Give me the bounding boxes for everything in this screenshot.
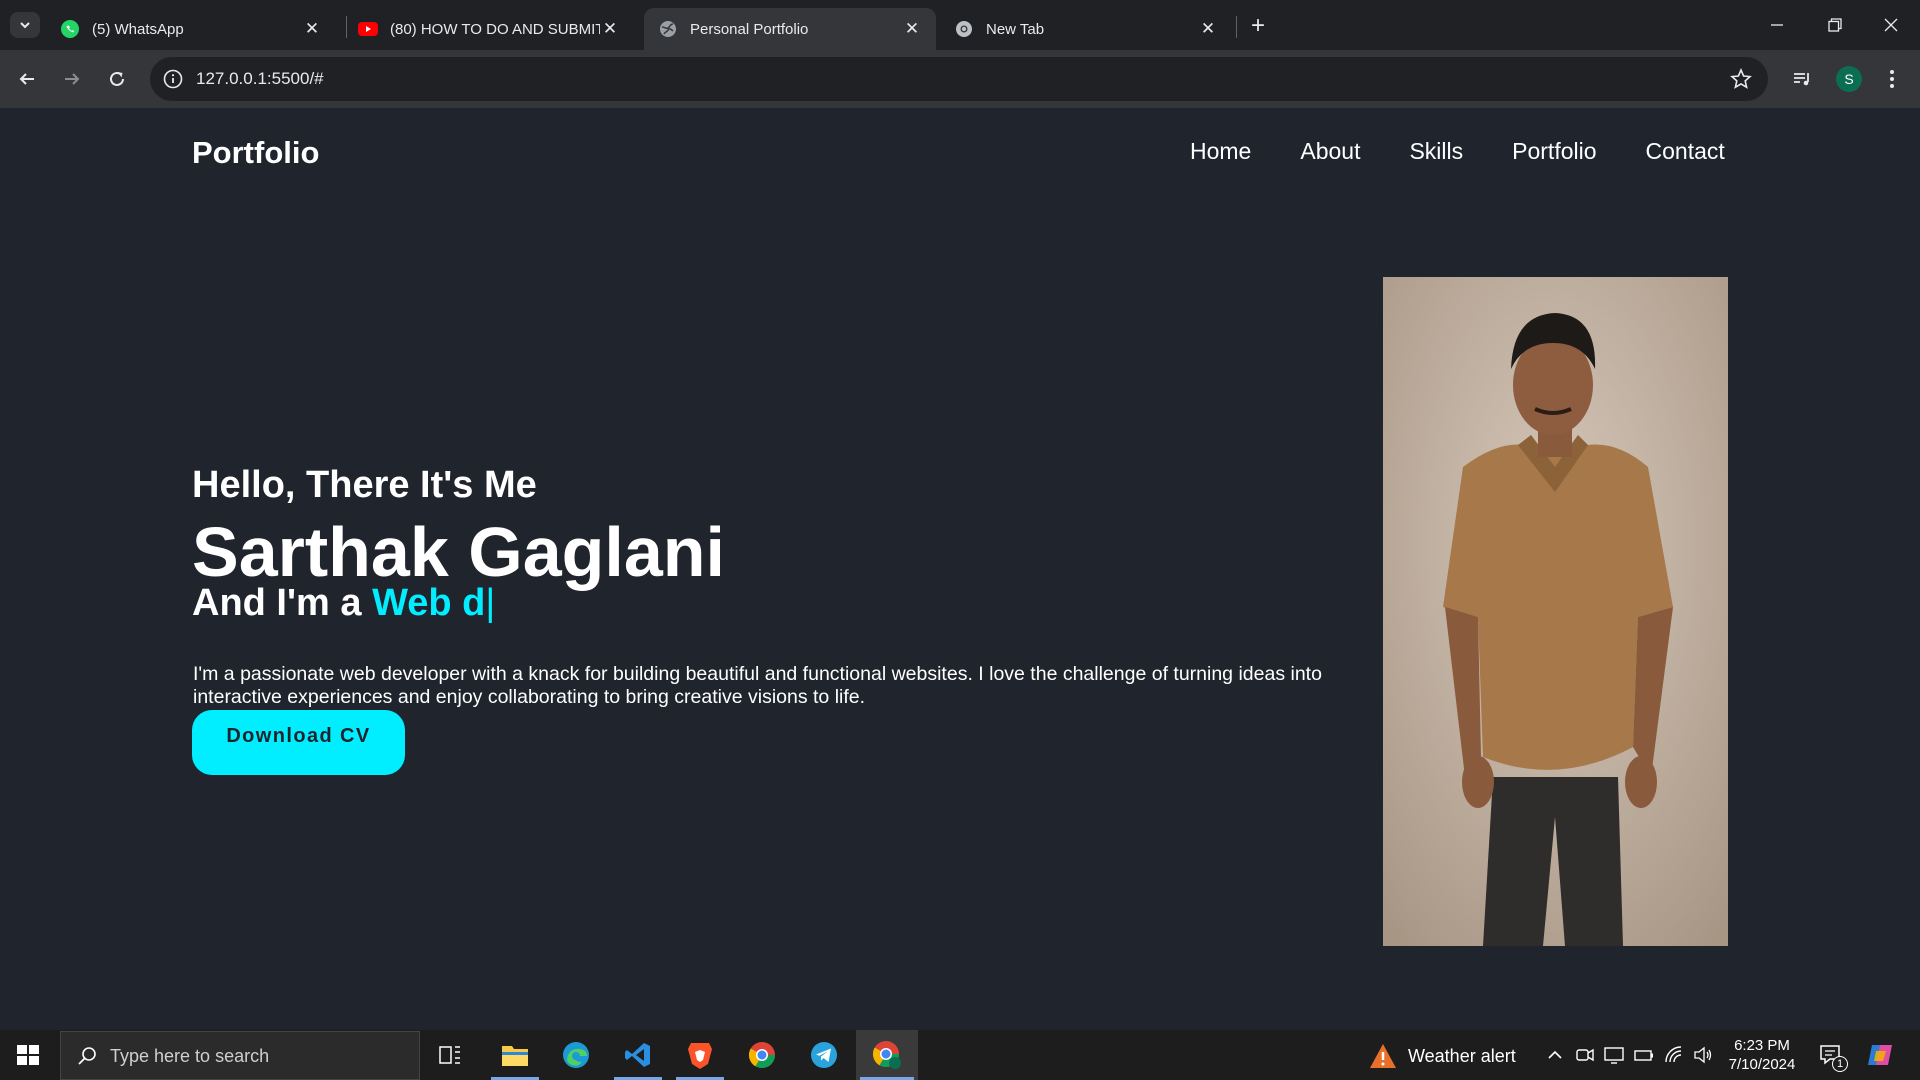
chrome-profile-button[interactable] [856,1030,918,1080]
volume-icon[interactable] [1692,1044,1714,1066]
restore-icon [1828,18,1842,32]
minimize-icon [1771,24,1783,26]
address-bar[interactable]: 127.0.0.1:5500/# [150,57,1768,101]
portfolio-page: Portfolio Home About Skills Portfolio Co… [0,108,1920,1030]
telegram-icon [811,1042,837,1068]
close-tab-icon[interactable]: ✕ [1198,19,1218,39]
hero-greeting: Hello, There It's Me [192,464,537,506]
profile-avatar[interactable]: S [1836,66,1862,92]
info-icon[interactable] [162,68,184,90]
plus-icon: + [1250,12,1265,39]
search-icon [78,1047,96,1065]
brave-button[interactable] [672,1030,728,1080]
weather-alert-icon [1370,1044,1396,1068]
restore-button[interactable] [1806,0,1864,50]
chevron-up-icon[interactable] [1544,1044,1566,1066]
close-window-button[interactable] [1862,0,1920,50]
taskbar-search-box[interactable]: Type here to search [60,1031,420,1080]
minimize-button[interactable] [1748,0,1806,50]
weather-widget[interactable]: Weather alert [1368,1042,1516,1070]
hero-description: I'm a passionate web developer with a kn… [193,663,1322,708]
tab-youtube[interactable]: (80) HOW TO DO AND SUBMIT ✕ [344,8,634,50]
notification-badge: 1 [1832,1056,1848,1072]
tab-title: (80) HOW TO DO AND SUBMIT [390,20,600,38]
tab-whatsapp[interactable]: (5) WhatsApp ✕ [46,8,336,50]
bookmark-star-icon[interactable] [1730,68,1752,90]
profile-photo [1383,277,1728,946]
download-cv-button[interactable]: Download CV [192,710,405,775]
hero-role: And I'm a Web d| [192,582,495,625]
edge-button[interactable] [548,1030,604,1080]
nav-contact[interactable]: Contact [1646,138,1725,165]
tab-personal-portfolio[interactable]: Personal Portfolio ✕ [644,8,936,50]
browser-tab-bar: (5) WhatsApp ✕ (80) HOW TO DO AND SUBMIT… [0,0,1920,50]
arrow-right-icon [65,73,80,85]
weather-text: Weather alert [1408,1045,1516,1066]
tab-title: New Tab [986,20,1045,38]
chevron-down-icon [20,22,30,29]
tab-new-tab[interactable]: New Tab ✕ [940,8,1232,50]
edge-icon [563,1042,589,1068]
taskbar-clock[interactable]: 6:23 PM 7/10/2024 [1712,1036,1812,1074]
browser-toolbar: 127.0.0.1:5500/# [0,50,1920,108]
search-placeholder: Type here to search [110,1046,270,1066]
nav-portfolio[interactable]: Portfolio [1512,138,1596,165]
brave-icon [688,1043,712,1069]
windows-start-icon[interactable] [14,1041,42,1069]
arrow-left-icon [19,73,34,85]
task-view-icon [439,1046,460,1064]
chrome-icon [954,19,974,39]
telegram-button[interactable] [796,1030,852,1080]
tab-title: (5) WhatsApp [92,20,184,38]
task-view-button[interactable] [422,1030,478,1080]
typing-cursor: | [485,582,496,624]
file-explorer-button[interactable] [487,1030,543,1080]
new-tab-button[interactable]: + [1244,12,1272,40]
browser-menu-button[interactable] [1876,63,1908,95]
tab-title: Personal Portfolio [690,20,809,38]
copilot-icon[interactable] [1866,1041,1896,1069]
back-button[interactable] [11,63,43,95]
vscode-button[interactable] [610,1030,666,1080]
wifi-icon[interactable] [1663,1044,1685,1066]
nav-skills[interactable]: Skills [1409,138,1463,165]
youtube-icon [358,19,378,39]
file-explorer-icon [502,1046,528,1066]
meet-now-icon[interactable] [1574,1044,1596,1066]
clock-time: 6:23 PM [1734,1037,1790,1054]
site-nav: Home About Skills Portfolio Contact [1190,138,1725,165]
battery-icon[interactable] [1633,1044,1655,1066]
chrome-icon [748,1042,776,1069]
vscode-icon [625,1043,650,1067]
clock-date: 7/10/2024 [1728,1056,1796,1073]
role-prefix: And I'm a [192,582,362,624]
reload-icon [110,71,124,86]
close-tab-icon[interactable]: ✕ [600,19,620,39]
close-icon [1884,18,1898,32]
tab-search-button[interactable] [10,12,40,38]
site-logo[interactable]: Portfolio [192,135,319,171]
nav-about[interactable]: About [1300,138,1360,165]
playlist-icon [1794,73,1809,86]
close-tab-icon[interactable]: ✕ [302,19,322,39]
forward-button[interactable] [56,63,88,95]
chrome-profile-icon [872,1041,901,1069]
media-controls-button[interactable] [1786,63,1818,95]
more-vert-icon [1890,70,1894,88]
reload-button[interactable] [101,63,133,95]
display-icon[interactable] [1603,1044,1625,1066]
whatsapp-icon [60,19,80,39]
notification-center-button[interactable]: 1 [1818,1042,1848,1072]
nav-home[interactable]: Home [1190,138,1251,165]
tab-divider [1236,16,1237,38]
windows-taskbar: Type here to search Weather alert 6:23 P… [0,1030,1920,1080]
globe-icon [658,19,678,39]
url-text[interactable]: 127.0.0.1:5500/# [196,69,324,89]
close-tab-icon[interactable]: ✕ [902,19,922,39]
chrome-button[interactable] [734,1030,790,1080]
role-typed-text: Web d [372,582,486,624]
